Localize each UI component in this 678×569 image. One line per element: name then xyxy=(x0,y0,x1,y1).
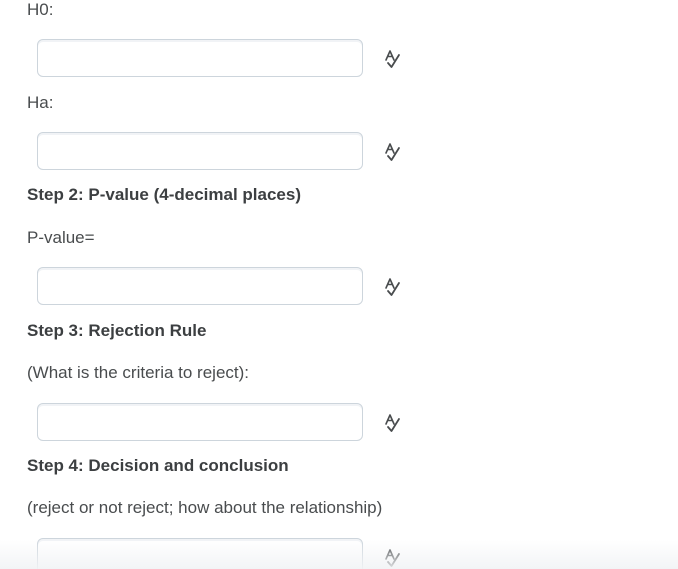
pvalue-label: P-value= xyxy=(27,228,95,247)
rejection-rule-input[interactable] xyxy=(37,403,363,441)
spell-check-icon[interactable] xyxy=(381,412,403,434)
spell-check-icon[interactable] xyxy=(381,547,403,569)
ha-label: Ha: xyxy=(27,93,54,112)
h0-label: H0: xyxy=(27,0,54,19)
spell-check-icon[interactable] xyxy=(381,276,403,298)
decision-input[interactable] xyxy=(37,538,363,569)
step3-heading: Step 3: Rejection Rule xyxy=(27,321,207,340)
decision-prompt: (reject or not reject; how about the rel… xyxy=(27,498,383,517)
spell-check-icon[interactable] xyxy=(381,141,403,163)
pvalue-input[interactable] xyxy=(37,267,363,305)
step2-heading: Step 2: P-value (4-decimal places) xyxy=(27,185,301,204)
question-page: H0: Ha: Step 2: P-value (4-decimal place… xyxy=(0,0,678,569)
spell-check-icon[interactable] xyxy=(381,48,403,70)
ha-input[interactable] xyxy=(37,132,363,170)
h0-input[interactable] xyxy=(37,39,363,77)
step4-heading: Step 4: Decision and conclusion xyxy=(27,456,289,475)
rejection-prompt: (What is the criteria to reject): xyxy=(27,363,250,382)
